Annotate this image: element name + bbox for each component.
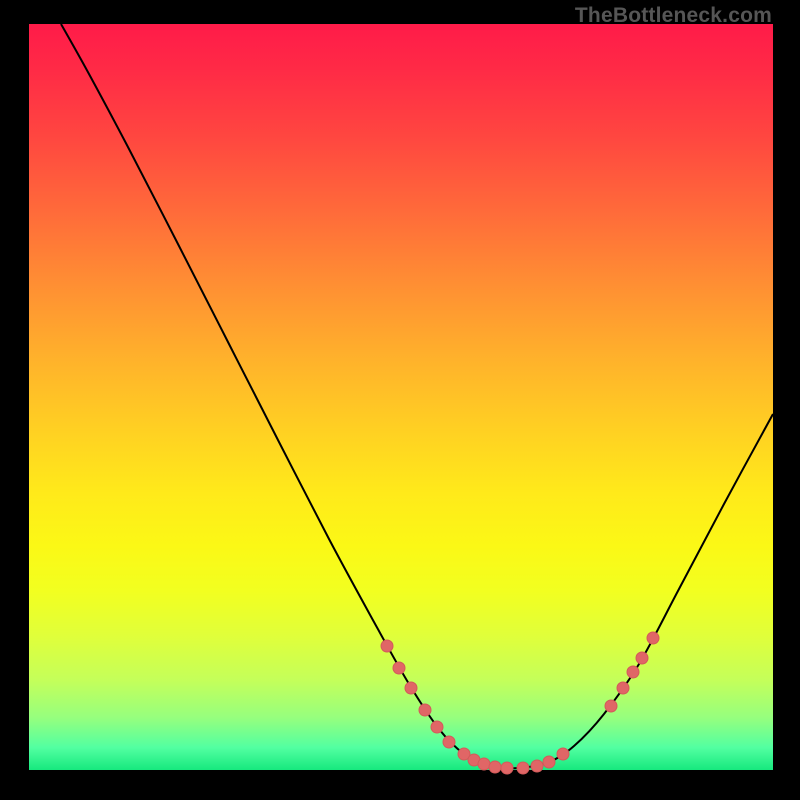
data-marker	[557, 748, 569, 760]
data-marker	[405, 682, 417, 694]
data-marker	[419, 704, 431, 716]
data-marker	[647, 632, 659, 644]
data-marker	[617, 682, 629, 694]
data-marker	[501, 762, 513, 774]
chart-svg	[29, 24, 773, 770]
data-marker	[543, 756, 555, 768]
data-marker	[517, 762, 529, 774]
data-marker	[381, 640, 393, 652]
bottleneck-curve	[61, 24, 773, 768]
data-marker	[489, 761, 501, 773]
data-marker	[605, 700, 617, 712]
data-marker	[627, 666, 639, 678]
data-marker	[478, 758, 490, 770]
data-marker	[431, 721, 443, 733]
data-marker	[443, 736, 455, 748]
data-marker	[531, 760, 543, 772]
data-marker	[636, 652, 648, 664]
data-marker	[393, 662, 405, 674]
